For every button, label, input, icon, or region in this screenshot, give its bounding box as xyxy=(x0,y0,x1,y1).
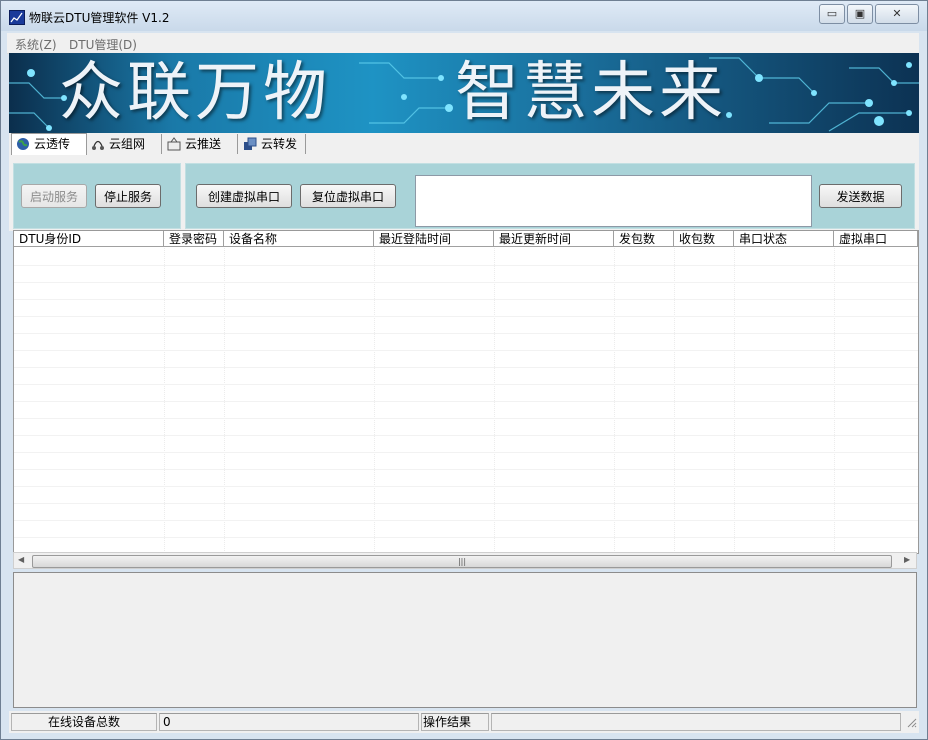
tab-cloud-transparent[interactable]: 云透传 xyxy=(11,133,87,155)
column-header-last-update[interactable]: 最近更新时间 xyxy=(494,231,614,247)
tab-cloud-forward[interactable]: 云转发 xyxy=(239,134,306,154)
horizontal-scrollbar[interactable]: ◀ ||| ▶ xyxy=(13,552,917,569)
grid-row-line xyxy=(14,537,918,538)
online-count-value: 0 xyxy=(159,713,419,731)
column-header-last-login[interactable]: 最近登陆时间 xyxy=(374,231,494,247)
network-icon xyxy=(91,137,105,151)
column-header-dtu-id[interactable]: DTU身份ID xyxy=(14,231,164,247)
grid-row-line xyxy=(14,435,918,436)
close-icon: ✕ xyxy=(892,7,902,20)
grid-row-line xyxy=(14,469,918,470)
column-header-received-packets[interactable]: 收包数 xyxy=(674,231,734,247)
resize-grip-icon[interactable] xyxy=(905,715,917,732)
stop-service-button[interactable]: 停止服务 xyxy=(95,184,161,208)
grid-row-line xyxy=(14,503,918,504)
grid-row-line xyxy=(14,299,918,300)
window-title: 物联云DTU管理软件 V1.2 xyxy=(29,11,170,25)
grid-row-line xyxy=(14,401,918,402)
scroll-thumb[interactable]: ||| xyxy=(32,555,892,568)
grid-row-line xyxy=(14,452,918,453)
send-data-button[interactable]: 发送数据 xyxy=(819,184,902,208)
banner-slogan-left: 众联万物 xyxy=(59,56,331,130)
tab-label: 云推送 xyxy=(185,137,222,151)
push-icon xyxy=(167,137,181,151)
column-header-port-status[interactable]: 串口状态 xyxy=(734,231,834,247)
operation-result-label: 操作结果 xyxy=(421,713,489,731)
start-service-button[interactable]: 启动服务 xyxy=(21,184,87,208)
column-header-device-name[interactable]: 设备名称 xyxy=(224,231,374,247)
create-virtual-port-button[interactable]: 创建虚拟串口 xyxy=(196,184,292,208)
scroll-right-icon[interactable]: ▶ xyxy=(904,555,910,564)
grid-row-line xyxy=(14,282,918,283)
reset-virtual-port-button[interactable]: 复位虚拟串口 xyxy=(300,184,396,208)
operation-result-value xyxy=(491,713,901,731)
grid-row-line xyxy=(14,333,918,334)
grid-row-line xyxy=(14,316,918,317)
menu-system[interactable]: 系统(Z) xyxy=(15,36,57,53)
close-button[interactable]: ✕ xyxy=(875,4,919,24)
app-icon xyxy=(9,10,25,25)
tab-label: 云转发 xyxy=(261,137,298,151)
tab-cloud-push[interactable]: 云推送 xyxy=(163,134,238,154)
column-header-sent-packets[interactable]: 发包数 xyxy=(614,231,674,247)
send-data-input[interactable] xyxy=(415,175,812,227)
main-window: 物联云DTU管理软件 V1.2 ▭ ▣ ✕ 系统(Z) DTU管理(D) 众联万… xyxy=(0,0,928,740)
banner-slogan-right: 智慧未来 xyxy=(455,56,727,130)
grid-row-line xyxy=(14,350,918,351)
title-bar[interactable]: 物联云DTU管理软件 V1.2 ▭ ▣ ✕ xyxy=(1,1,927,31)
banner: 众联万物 智慧未来 xyxy=(9,53,919,133)
log-output-area[interactable] xyxy=(13,572,917,708)
maximize-icon: ▣ xyxy=(854,7,866,20)
menu-dtu-management[interactable]: DTU管理(D) xyxy=(69,36,137,53)
online-count-label: 在线设备总数 xyxy=(11,713,157,731)
tab-cloud-network[interactable]: 云组网 xyxy=(87,134,162,154)
tab-label: 云透传 xyxy=(34,137,71,151)
column-header-virtual-port[interactable]: 虚拟串口 xyxy=(834,231,918,247)
grid-row-line xyxy=(14,486,918,487)
column-header-password[interactable]: 登录密码 xyxy=(164,231,224,247)
minimize-icon: ▭ xyxy=(826,7,838,20)
globe-icon xyxy=(16,137,30,151)
grid-row-line xyxy=(14,520,918,521)
forward-icon xyxy=(243,137,257,151)
status-bar: 在线设备总数 0 操作结果 xyxy=(9,711,919,733)
grid-row-line xyxy=(14,384,918,385)
minimize-button[interactable]: ▭ xyxy=(819,4,845,24)
device-table[interactable]: DTU身份ID 登录密码 设备名称 最近登陆时间 最近更新时间 发包数 收包数 … xyxy=(13,230,919,554)
grid-row-line xyxy=(14,367,918,368)
tab-bar: 云透传 云组网 云推送 云转发 xyxy=(9,133,919,155)
scroll-left-icon[interactable]: ◀ xyxy=(18,555,24,564)
grid-row-line xyxy=(14,265,918,266)
grid-row-line xyxy=(14,418,918,419)
maximize-button[interactable]: ▣ xyxy=(847,4,873,24)
tab-label: 云组网 xyxy=(109,137,146,151)
menu-bar: 系统(Z) DTU管理(D) xyxy=(7,33,919,54)
